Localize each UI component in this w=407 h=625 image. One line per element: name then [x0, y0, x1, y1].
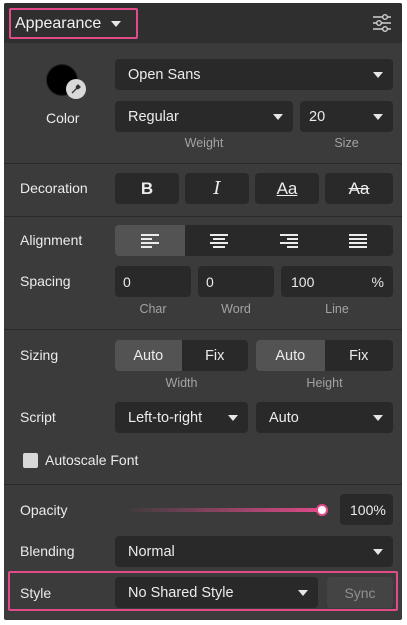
align-center-icon [210, 233, 229, 248]
opacity-slider-handle[interactable] [316, 504, 328, 516]
bold-icon: B [140, 178, 154, 198]
height-sizing-segmented: Auto Fix [256, 340, 393, 371]
script-direction-value: Left-to-right [128, 409, 203, 426]
chevron-down-icon [228, 415, 238, 421]
width-caption: Width [165, 376, 198, 390]
alignment-segmented [115, 225, 393, 256]
align-center-button[interactable] [185, 225, 255, 256]
opacity-input[interactable]: 100% [340, 494, 393, 525]
height-fix-button[interactable]: Fix [325, 340, 394, 371]
divider [4, 329, 402, 330]
underline-icon: Aa [276, 178, 298, 198]
align-justify-icon [349, 233, 368, 248]
align-right-icon [279, 233, 298, 248]
word-caption: Word [221, 302, 251, 316]
shared-style-dropdown[interactable]: No Shared Style [115, 577, 318, 608]
appearance-dropdown[interactable]: Appearance [9, 8, 138, 39]
chevron-down-icon [111, 20, 122, 27]
strikethrough-icon: Aa [348, 178, 370, 198]
italic-icon: I [213, 178, 221, 199]
align-left-icon [140, 233, 159, 248]
eyedropper-icon[interactable] [66, 79, 86, 99]
height-auto-label: Auto [275, 347, 306, 364]
height-auto-button[interactable]: Auto [256, 340, 325, 371]
chevron-down-icon [373, 72, 383, 78]
eyedropper-glyph [71, 84, 81, 94]
script-mode-dropdown[interactable]: Auto [256, 402, 393, 433]
sizing-label: Sizing [20, 347, 59, 363]
line-spacing-value: 100 [291, 273, 315, 290]
height-caption: Height [306, 376, 343, 390]
font-weight-dropdown[interactable]: Regular [115, 101, 293, 132]
width-fix-button[interactable]: Fix [182, 340, 249, 371]
font-weight-value: Regular [128, 108, 179, 125]
align-justify-button[interactable] [324, 225, 394, 256]
underline-button[interactable]: Aa [255, 173, 319, 204]
line-caption: Line [325, 302, 349, 316]
font-family-value: Open Sans [128, 66, 201, 83]
appearance-title: Appearance [15, 14, 102, 32]
alignment-label: Alignment [20, 232, 83, 248]
divider [4, 484, 402, 485]
opacity-label: Opacity [20, 502, 68, 518]
sliders-icon[interactable] [372, 13, 392, 33]
font-size-value: 20 [309, 108, 326, 125]
width-auto-label: Auto [133, 347, 164, 364]
width-sizing-segmented: Auto Fix [115, 340, 248, 371]
panel-header: Appearance [4, 3, 402, 43]
script-mode-value: Auto [269, 409, 299, 426]
sync-button[interactable]: Sync [327, 577, 393, 608]
char-spacing-input[interactable]: 0 [115, 266, 191, 297]
strikethrough-button[interactable]: Aa [325, 173, 393, 204]
char-caption: Char [139, 302, 167, 316]
width-auto-button[interactable]: Auto [115, 340, 182, 371]
chevron-down-icon [373, 415, 383, 421]
font-size-dropdown[interactable]: 20 [300, 101, 393, 132]
italic-button[interactable]: I [185, 173, 249, 204]
divider [4, 216, 402, 217]
align-left-button[interactable] [115, 225, 185, 256]
chevron-down-icon [373, 114, 383, 120]
color-label: Color [46, 110, 80, 126]
word-spacing-value: 0 [206, 273, 214, 290]
script-direction-dropdown[interactable]: Left-to-right [115, 402, 248, 433]
autoscale-label: Autoscale Font [45, 452, 139, 468]
bold-button[interactable]: B [115, 173, 179, 204]
char-spacing-value: 0 [123, 273, 131, 290]
autoscale-checkbox[interactable] [23, 453, 38, 468]
decoration-label: Decoration [20, 180, 88, 196]
script-label: Script [20, 409, 56, 425]
appearance-panel: Appearance Color Open Sans Regular 20 We… [4, 3, 402, 620]
style-label: Style [20, 585, 52, 601]
word-spacing-input[interactable]: 0 [198, 266, 274, 297]
chevron-down-icon [273, 114, 283, 120]
weight-caption: Weight [184, 136, 224, 150]
divider [4, 163, 402, 164]
width-fix-label: Fix [205, 347, 225, 364]
size-caption: Size [334, 136, 359, 150]
height-fix-label: Fix [349, 347, 369, 364]
chevron-down-icon [298, 590, 308, 596]
line-spacing-input[interactable]: 100 % [281, 266, 393, 297]
spacing-label: Spacing [20, 273, 71, 289]
blending-dropdown[interactable]: Normal [115, 536, 393, 567]
opacity-slider-track[interactable] [124, 508, 324, 512]
font-family-dropdown[interactable]: Open Sans [115, 59, 393, 90]
percent-unit: % [371, 274, 384, 290]
opacity-value: 100% [350, 501, 386, 518]
blending-value: Normal [128, 543, 175, 560]
blending-label: Blending [20, 543, 75, 559]
chevron-down-icon [373, 549, 383, 555]
sync-label: Sync [344, 584, 376, 601]
align-right-button[interactable] [254, 225, 324, 256]
shared-style-value: No Shared Style [128, 584, 234, 601]
